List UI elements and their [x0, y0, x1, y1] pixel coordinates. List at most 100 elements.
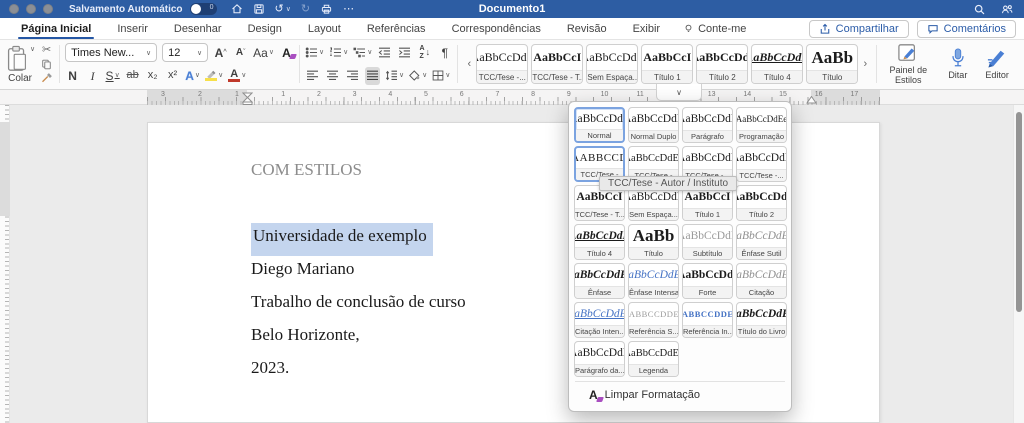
style-chip-t-tulo-4[interactable]: AaBbCcDdETítulo 4 — [751, 44, 803, 84]
tab-correspond-ncias[interactable]: Correspondências — [439, 18, 554, 39]
style-chip-t-tulo-do-livro[interactable]: AaBbCcDdEeTítulo do Livro — [736, 302, 787, 338]
borders-button[interactable]: ∨ — [432, 67, 450, 85]
clear-formatting-item[interactable]: A Limpar Formatação — [575, 381, 785, 405]
share-button[interactable]: Compartilhar — [809, 20, 909, 38]
tell-me-control[interactable]: Conte-me — [683, 23, 746, 35]
style-chip-cita-o-inten[interactable]: AaBbCcDdEeCitação Inten... — [574, 302, 625, 338]
editor-button[interactable]: Editor — [981, 48, 1013, 80]
style-chip-t-tulo-2[interactable]: AaBbCcDdITítulo 2 — [736, 185, 787, 221]
style-chip-t-tulo-2[interactable]: AaBbCcDdITítulo 2 — [696, 44, 748, 84]
underline-button[interactable]: S∨ — [105, 67, 120, 85]
tab-exibir[interactable]: Exibir — [620, 18, 674, 39]
tab-inserir[interactable]: Inserir — [104, 18, 161, 39]
style-chip-cita-o[interactable]: AaBbCcDdEeCitação — [736, 263, 787, 299]
grow-font-button[interactable]: A^ — [213, 44, 228, 62]
decrease-indent-button[interactable] — [377, 44, 392, 62]
paste-button[interactable]: ∨ Colar — [5, 45, 35, 84]
format-painter-icon[interactable] — [39, 71, 54, 85]
clear-formatting-button[interactable]: A — [279, 44, 294, 62]
subscript-button[interactable]: x₂ — [145, 67, 160, 85]
font-name-value: Times New... — [71, 47, 134, 59]
style-chip-tcc-tese[interactable]: AaBbCcDdETCC/Tese -... — [476, 44, 528, 84]
undo-button[interactable]: ↺∨ — [275, 4, 291, 15]
style-chip-par-grafo[interactable]: AaBbCcDdEParágrafo — [682, 107, 733, 143]
indent-marker-right[interactable] — [806, 96, 817, 104]
increase-indent-button[interactable] — [397, 44, 412, 62]
shrink-font-button[interactable]: Aˇ — [233, 44, 248, 62]
tab-refer-ncias[interactable]: Referências — [354, 18, 439, 39]
print-icon[interactable] — [320, 3, 333, 15]
tab-p-gina-inicial[interactable]: Página Inicial — [8, 18, 104, 39]
style-chip-normal[interactable]: AaBbCcDdENormal — [574, 107, 625, 143]
style-chip-normal-duplo[interactable]: AaBbCcDdENormal Duplo — [628, 107, 679, 143]
style-chip-refer-ncia-in[interactable]: AABBCCDDEEReferência In... — [682, 302, 733, 338]
styles-pane-button[interactable]: Painel de Estilos — [882, 43, 934, 86]
style-chip-programa-o[interactable]: AaBbCcDdEeProgramação — [736, 107, 787, 143]
redo-button[interactable]: ↻ — [301, 4, 310, 15]
tab-desenhar[interactable]: Desenhar — [161, 18, 235, 39]
highlight-color-button[interactable]: ∨ — [205, 67, 223, 85]
style-chip-t-tulo-1[interactable]: AaBbCcITítulo 1 — [641, 44, 693, 84]
italic-button[interactable]: I — [85, 67, 100, 85]
tab-design[interactable]: Design — [235, 18, 295, 39]
home-icon[interactable] — [231, 3, 243, 15]
undo-caret-icon[interactable]: ∨ — [286, 6, 291, 13]
style-chip-tcc-tese[interactable]: AaBbCcDdETCC/Tese -... — [736, 146, 787, 182]
gallery-next-icon[interactable]: › — [861, 58, 869, 70]
multilevel-list-button[interactable]: ∨ — [353, 44, 372, 62]
style-chip-subt-tulo[interactable]: AaBbCcDdESubtítulo — [682, 224, 733, 260]
tab-revis-o[interactable]: Revisão — [554, 18, 620, 39]
shading-button[interactable]: ∨ — [409, 67, 427, 85]
search-icon[interactable] — [973, 3, 986, 16]
zoom-button[interactable] — [43, 4, 53, 14]
numbered-list-button[interactable]: ∨ — [329, 44, 348, 62]
line-spacing-button[interactable]: ∨ — [385, 67, 404, 85]
vertical-scrollbar-thumb[interactable] — [1016, 112, 1022, 312]
indent-marker-left[interactable] — [242, 92, 253, 105]
style-chip-sem-espa-a[interactable]: AaBbCcDdESem Espaça... — [586, 44, 638, 84]
style-chip-nfase[interactable]: AaBbCcDdEeÊnfase — [574, 263, 625, 299]
minimize-button[interactable] — [26, 4, 36, 14]
show-formatting-marks-button[interactable]: ¶ — [437, 44, 452, 62]
gallery-expand-button[interactable]: ∨ — [656, 84, 702, 101]
style-chip-tcc-tese-t[interactable]: AaBbCcITCC/Tese - T... — [531, 44, 583, 84]
style-chip-forte[interactable]: AaBbCcDdIForte — [682, 263, 733, 299]
sort-button[interactable]: AZ↓ — [417, 44, 432, 62]
justify-button[interactable] — [365, 67, 380, 85]
style-chip-refer-ncia-s[interactable]: AABBCCDDEEReferência S... — [628, 302, 679, 338]
text-effects-button[interactable]: A∨ — [185, 67, 200, 85]
tab-layout[interactable]: Layout — [295, 18, 354, 39]
horizontal-ruler[interactable]: 3211234567891011121314151617 — [0, 90, 1024, 105]
style-sample: AaBbCcDdI — [697, 45, 747, 70]
bold-button[interactable]: N — [65, 67, 80, 85]
save-icon[interactable] — [253, 3, 265, 15]
style-chip-nfase-intensa[interactable]: AaBbCcDdEeÊnfase Intensa — [628, 263, 679, 299]
vertical-ruler[interactable] — [0, 105, 10, 423]
strikethrough-button[interactable]: ab — [125, 67, 140, 85]
gallery-prev-icon[interactable]: ‹ — [465, 58, 473, 70]
align-center-button[interactable] — [325, 67, 340, 85]
align-right-button[interactable] — [345, 67, 360, 85]
paste-caret-icon[interactable]: ∨ — [30, 45, 35, 53]
cut-icon[interactable]: ✂ — [39, 43, 54, 57]
comments-button[interactable]: Comentários — [917, 20, 1016, 38]
more-commands-icon[interactable]: ⋯ — [343, 4, 354, 15]
superscript-button[interactable]: x² — [165, 67, 180, 85]
align-left-button[interactable] — [305, 67, 320, 85]
copy-icon[interactable] — [39, 57, 54, 71]
style-chip-t-tulo[interactable]: AaBbTítulo — [628, 224, 679, 260]
style-chip-legenda[interactable]: AaBbCcDdEeLegenda — [628, 341, 679, 377]
autosave-toggle[interactable]: 0 — [190, 3, 217, 15]
style-chip-t-tulo[interactable]: AaBbTítulo — [806, 44, 858, 84]
font-color-button[interactable]: A ∨ — [228, 67, 246, 85]
style-chip-nfase-sutil[interactable]: AaBbCcDdEeÊnfase Sutil — [736, 224, 787, 260]
dictate-button[interactable]: Ditar — [944, 48, 971, 80]
close-button[interactable] — [9, 4, 19, 14]
style-chip-par-grafo-da[interactable]: AaBbCcDdEParágrafo da... — [574, 341, 625, 377]
font-size-select[interactable]: 12 ∨ — [162, 43, 208, 62]
share-presence-icon[interactable] — [1000, 3, 1014, 16]
change-case-button[interactable]: Aa∨ — [253, 44, 274, 62]
style-chip-t-tulo-4[interactable]: AaBbCcDdETítulo 4 — [574, 224, 625, 260]
bullet-list-button[interactable]: ∨ — [305, 44, 324, 62]
font-name-select[interactable]: Times New... ∨ — [65, 43, 157, 62]
